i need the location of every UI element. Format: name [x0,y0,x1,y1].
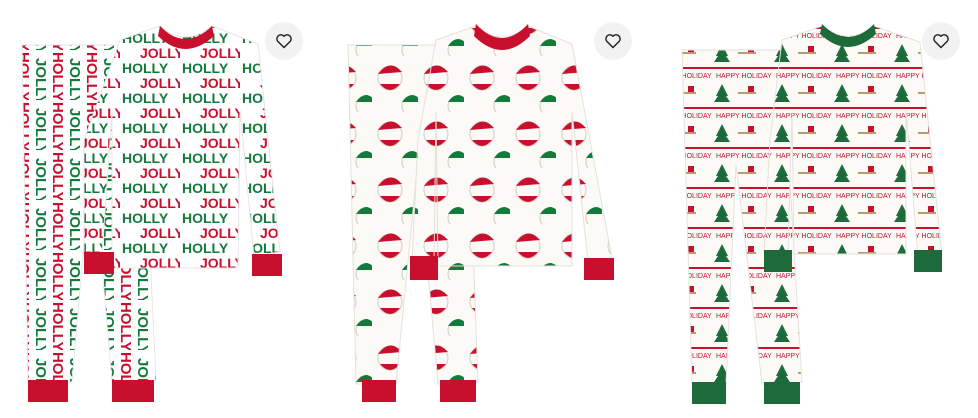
product-image-holly-jolly-pajamas[interactable]: HOLLY JOLLY HOLLY JOLLY [0,0,326,418]
product-card[interactable]: HOLLY JOLLY HOLLY JOLLY [0,0,326,418]
product-grid: HOLLY JOLLY HOLLY JOLLY [0,0,978,418]
heart-icon [276,34,292,49]
favorite-button[interactable] [594,22,632,60]
product-image-santa-pajamas[interactable] [326,0,652,418]
product-image-happy-holidays-pajamas[interactable]: HAPPY HOLIDAYS [652,0,978,418]
favorite-button[interactable] [265,22,303,60]
product-card[interactable]: HAPPY HOLIDAYS [652,0,978,418]
heart-icon [605,34,621,49]
product-card[interactable] [326,0,652,418]
heart-icon [933,34,949,49]
favorite-button[interactable] [922,22,960,60]
